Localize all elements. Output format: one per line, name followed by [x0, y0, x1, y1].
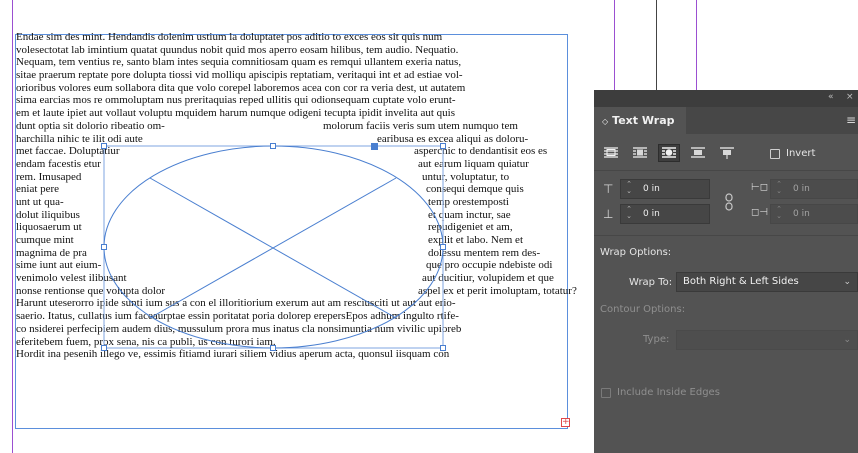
stepper-icon[interactable]: ⌃ ⌄ — [773, 181, 785, 197]
overset-text-indicator[interactable]: + — [561, 418, 570, 427]
wrap-object-shape-button[interactable] — [658, 144, 680, 162]
panel-menu-icon[interactable]: ≡ — [846, 113, 856, 127]
selection-handle[interactable] — [440, 244, 446, 250]
tab-arrows-icon: ◇ — [602, 117, 609, 126]
jump-next-column-button[interactable] — [716, 144, 738, 162]
stepper-icon[interactable]: ⌃ ⌄ — [623, 181, 635, 197]
wrap-to-label: Wrap To: — [629, 277, 673, 288]
panel-tab-bar: ◇ Text Wrap ≡ — [594, 107, 858, 134]
jump-to-next-column-icon — [720, 147, 734, 159]
selection-handle[interactable] — [101, 345, 107, 351]
left-offset-field[interactable]: ⌃ ⌄ 0 in — [770, 179, 858, 199]
selection-handle[interactable] — [101, 244, 107, 250]
text-wrap-contour[interactable] — [103, 145, 444, 349]
chevron-down-icon: ⌄ — [843, 335, 851, 345]
right-offset-icon: ◻⊣ — [751, 207, 769, 218]
right-offset-field[interactable]: ⌃ ⌄ 0 in — [770, 204, 858, 224]
wrap-to-select[interactable]: Both Right & Left Sides ⌄ — [676, 272, 858, 292]
panel-divider — [594, 235, 858, 236]
contour-type-select[interactable]: ⌄ — [676, 330, 858, 350]
frame-anchor-handle[interactable] — [371, 143, 378, 150]
link-chain-icon[interactable] — [724, 193, 734, 211]
chevron-down-icon: ⌄ — [843, 277, 851, 287]
include-inside-edges-label: Include Inside Edges — [617, 387, 720, 398]
left-offset-icon: ⊢◻ — [751, 182, 769, 193]
wrap-options-heading: Wrap Options: — [600, 247, 672, 258]
wrap-bounding-box-button[interactable] — [629, 144, 651, 162]
wrap-around-object-shape-icon — [662, 147, 676, 158]
selection-handle[interactable] — [270, 143, 276, 149]
selection-handle[interactable] — [270, 345, 276, 351]
no-wrap-button[interactable] — [600, 144, 622, 162]
selection-handle[interactable] — [101, 143, 107, 149]
tab-label: Text Wrap — [612, 114, 675, 127]
invert-checkbox[interactable] — [770, 149, 780, 159]
no-text-wrap-icon — [604, 147, 618, 158]
invert-label: Invert — [786, 148, 816, 159]
bottom-offset-icon: ⊥ — [603, 207, 614, 221]
selection-handle[interactable] — [440, 143, 446, 149]
bottom-offset-field[interactable]: ⌃ ⌄ 0 in — [620, 204, 710, 224]
panel-divider — [594, 170, 858, 171]
contour-options-heading: Contour Options: — [600, 304, 686, 315]
text-wrap-panel: « × ◇ Text Wrap ≡ Invert ⊤ ⌃ ⌄ 0 in ⊥ ⌃ ⌄ 0… — [594, 90, 858, 453]
jump-object-icon — [691, 147, 705, 158]
double-chevron-icon[interactable]: « — [828, 92, 834, 102]
jump-object-button[interactable] — [687, 144, 709, 162]
graphic-frame[interactable] — [103, 145, 444, 349]
wrap-around-bounding-box-icon — [633, 147, 647, 158]
top-offset-field[interactable]: ⌃ ⌄ 0 in — [620, 179, 710, 199]
top-offset-icon: ⊤ — [603, 182, 614, 196]
close-icon[interactable]: × — [846, 92, 854, 102]
selection-handle[interactable] — [440, 345, 446, 351]
stepper-icon[interactable]: ⌃ ⌄ — [773, 206, 785, 222]
include-inside-edges-checkbox[interactable] — [601, 388, 611, 398]
panel-title-bar[interactable]: « × — [594, 90, 858, 107]
contour-type-label: Type: — [643, 334, 670, 345]
tab-text-wrap[interactable]: ◇ Text Wrap — [594, 107, 686, 134]
stepper-icon[interactable]: ⌃ ⌄ — [623, 206, 635, 222]
